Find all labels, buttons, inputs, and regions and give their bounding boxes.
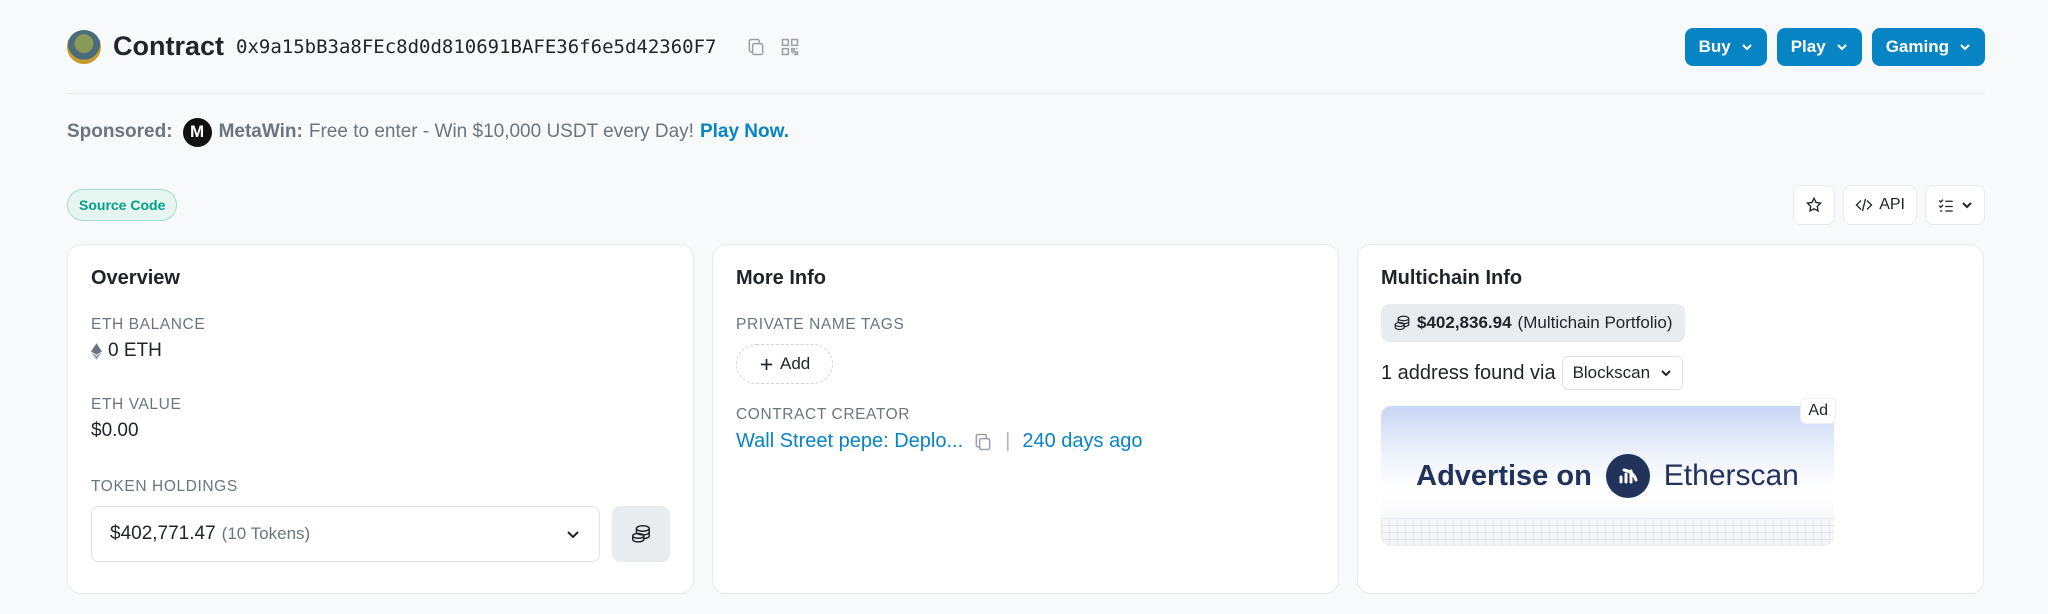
- play-menu-button[interactable]: Play: [1776, 27, 1862, 66]
- chevron-down-icon: [1960, 43, 1970, 50]
- sponsored-label: Sponsored:: [67, 121, 173, 142]
- portfolio-label: (Multichain Portfolio): [1517, 313, 1673, 332]
- gaming-menu-label: Gaming: [1885, 36, 1949, 56]
- page: Contract 0x9a15bB3a8FEc8d0d810691BAFE36f…: [67, 0, 1985, 594]
- more-info-title: More Info: [736, 267, 826, 289]
- gaming-menu-button[interactable]: Gaming: [1871, 27, 1985, 66]
- metawin-logo-icon: M: [182, 117, 212, 147]
- copy-icon[interactable]: [744, 35, 768, 59]
- grid-decoration: [1381, 518, 1834, 546]
- star-icon: [1806, 196, 1823, 213]
- separator: |: [1005, 430, 1011, 452]
- coins-icon: [632, 525, 650, 543]
- api-button[interactable]: API: [1843, 185, 1917, 225]
- add-tag-label: Add: [780, 354, 811, 373]
- creator-link[interactable]: Wall Street pepe: Deplo...: [736, 430, 963, 453]
- source-code-badge[interactable]: Source Code: [67, 189, 178, 221]
- eth-balance-value: 0 ETH: [108, 340, 162, 361]
- info-cards: Overview ETH BALANCE 0 ETH ETH VALUE $0.…: [67, 244, 1985, 594]
- overview-title: Overview: [91, 267, 180, 289]
- code-icon: [1855, 198, 1873, 212]
- checklist-icon: [1938, 199, 1953, 212]
- etherscan-logo-icon: [1605, 454, 1650, 498]
- eth-balance-label: ETH BALANCE: [91, 316, 206, 333]
- token-holdings-field: TOKEN HOLDINGS $402,771.47 (10 Tokens): [91, 478, 670, 562]
- contract-creator-label: CONTRACT CREATOR: [736, 406, 911, 423]
- qr-code-icon[interactable]: [778, 35, 802, 59]
- tag-bar: Source Code API: [67, 170, 1985, 240]
- sponsored-banner: Sponsored: M MetaWin: Free to enter - Wi…: [67, 94, 1985, 170]
- token-holdings-count: (10 Tokens): [221, 524, 311, 543]
- token-portfolio-button[interactable]: [612, 506, 670, 562]
- play-menu-label: Play: [1790, 36, 1826, 56]
- ethereum-icon: [91, 342, 102, 360]
- contract-address: 0x9a15bB3a8FEc8d0d810691BAFE36f6e5d42360…: [236, 35, 717, 58]
- add-tag-button[interactable]: Add: [736, 344, 834, 384]
- ad-brand: Etherscan: [1663, 459, 1799, 492]
- page-header: Contract 0x9a15bB3a8FEc8d0d810691BAFE36f…: [67, 0, 1985, 94]
- chevron-down-icon: [1661, 370, 1671, 377]
- coins-icon: [1394, 315, 1410, 331]
- address-found-text: 1 address found via: [1381, 361, 1556, 384]
- chevron-down-icon: [1836, 43, 1847, 50]
- multichain-card: Multichain Info $402,836.94 (Multichain …: [1357, 244, 1984, 594]
- advertise-banner[interactable]: Ad Advertise on Etherscan: [1381, 398, 1836, 546]
- chevron-down-icon: [1962, 202, 1972, 209]
- favorite-button[interactable]: [1793, 185, 1836, 225]
- token-holdings-label: TOKEN HOLDINGS: [91, 478, 238, 495]
- portfolio-value: $402,836.94: [1417, 313, 1512, 332]
- token-holdings-dropdown[interactable]: $402,771.47 (10 Tokens): [91, 506, 600, 562]
- token-holdings-value: $402,771.47: [110, 523, 216, 544]
- private-tags-field: PRIVATE NAME TAGS Add: [736, 316, 1315, 384]
- ad-text: Advertise on: [1416, 459, 1592, 492]
- chevron-down-icon: [567, 531, 579, 539]
- contract-logo-icon: [67, 29, 101, 64]
- eth-value-value: $0.00: [91, 420, 139, 441]
- buy-menu-label: Buy: [1698, 36, 1731, 56]
- address-found-row: 1 address found via Blockscan: [1381, 356, 1960, 390]
- eth-balance-field: ETH BALANCE 0 ETH: [91, 316, 670, 362]
- contract-creator-field: CONTRACT CREATOR Wall Street pepe: Deplo…: [736, 406, 1315, 453]
- ad-tag: Ad: [1800, 398, 1836, 424]
- blockscan-dropdown[interactable]: Blockscan: [1561, 356, 1684, 390]
- multichain-portfolio-button[interactable]: $402,836.94 (Multichain Portfolio): [1381, 304, 1685, 342]
- list-options-button[interactable]: [1925, 185, 1985, 225]
- eth-value-field: ETH VALUE $0.00: [91, 396, 670, 442]
- overview-card: Overview ETH BALANCE 0 ETH ETH VALUE $0.…: [67, 244, 694, 594]
- multichain-title: Multichain Info: [1381, 267, 1523, 289]
- sponsored-cta-link[interactable]: Play Now.: [700, 121, 789, 143]
- eth-value-label: ETH VALUE: [91, 396, 182, 413]
- plus-icon: [760, 358, 773, 370]
- buy-menu-button[interactable]: Buy: [1684, 27, 1767, 66]
- api-label: API: [1879, 196, 1905, 213]
- page-title: Contract: [113, 31, 225, 61]
- sponsored-text: Free to enter - Win $10,000 USDT every D…: [308, 121, 694, 142]
- copy-icon[interactable]: [973, 432, 993, 452]
- private-tags-label: PRIVATE NAME TAGS: [736, 316, 905, 333]
- blockscan-label: Blockscan: [1572, 363, 1651, 382]
- creator-age-link[interactable]: 240 days ago: [1022, 430, 1142, 453]
- sponsored-brand: MetaWin:: [218, 121, 303, 142]
- more-info-card: More Info PRIVATE NAME TAGS Add CONTRACT…: [712, 244, 1339, 594]
- chevron-down-icon: [1742, 43, 1752, 50]
